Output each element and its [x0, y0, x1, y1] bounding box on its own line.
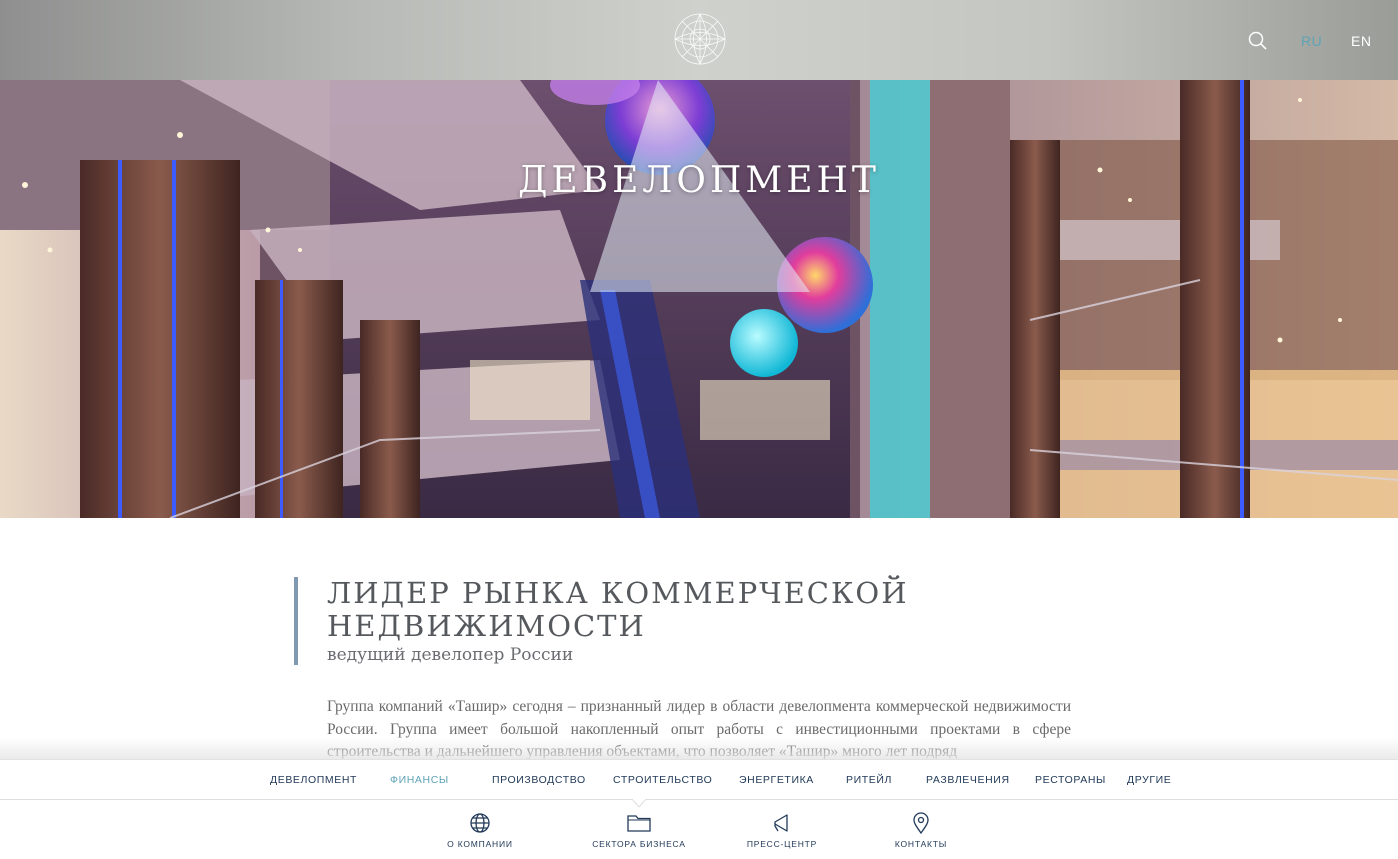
sector-tab-other[interactable]: ДРУГИЕ	[1127, 774, 1171, 786]
bottom-nav: О КОМПАНИИ СЕКТОРА БИЗНЕСА ПРЕСС-ЦЕНТР К…	[0, 800, 1398, 859]
sector-tab-development[interactable]: ДЕВЕЛОПМЕНТ	[270, 774, 357, 786]
search-icon[interactable]	[1247, 30, 1269, 52]
active-section-pointer	[632, 799, 646, 808]
hero-banner: ДЕВЕЛОПМЕНТ	[0, 80, 1398, 518]
hero-title: ДЕВЕЛОПМЕНТ	[518, 160, 880, 201]
section-heading: ЛИДЕР РЫНКА КОММЕРЧЕСКОЙ НЕДВИЖИМОСТИ	[327, 576, 909, 643]
bottom-nav-label: СЕКТОРА БИЗНЕСА	[592, 839, 686, 849]
folder-icon	[627, 815, 651, 832]
sector-tab-energy[interactable]: ЭНЕРГЕТИКА	[739, 774, 814, 786]
sector-tab-construction[interactable]: СТРОИТЕЛЬСТВО	[613, 774, 712, 786]
language-en[interactable]: EN	[1351, 33, 1371, 49]
sector-tab-finance[interactable]: ФИНАНСЫ	[390, 774, 449, 786]
site-header: RU EN	[0, 0, 1398, 80]
location-pin-icon	[913, 812, 929, 834]
globe-icon	[470, 813, 490, 833]
bottom-nav-label: ПРЕСС-ЦЕНТР	[746, 839, 818, 849]
bottom-nav-about[interactable]: О КОМПАНИИ	[425, 812, 535, 849]
sector-tab-restaurants[interactable]: РЕСТОРАНЫ	[1035, 774, 1106, 786]
sector-tab-entertainment[interactable]: РАЗВЛЕЧЕНИЯ	[926, 774, 1010, 786]
sector-nav: ДЕВЕЛОПМЕНТ ФИНАНСЫ ПРОИЗВОДСТВО СТРОИТЕ…	[0, 759, 1398, 800]
bottom-nav-press[interactable]: ПРЕСС-ЦЕНТР	[727, 812, 837, 849]
section-subheading: ведущий девелопер России	[327, 645, 574, 665]
sector-tab-retail[interactable]: РИТЕЙЛ	[846, 774, 892, 786]
heading-block: ЛИДЕР РЫНКА КОММЕРЧЕСКОЙ НЕДВИЖИМОСТИ ве…	[294, 577, 994, 665]
bottom-nav-label: О КОМПАНИИ	[447, 839, 513, 849]
bottom-nav-contacts[interactable]: КОНТАКТЫ	[866, 812, 976, 849]
hero-image	[0, 80, 1398, 518]
logo-icon[interactable]	[673, 12, 727, 66]
megaphone-icon	[774, 814, 788, 832]
bottom-nav-label: КОНТАКТЫ	[894, 839, 948, 849]
bottom-nav-sectors[interactable]: СЕКТОРА БИЗНЕСА	[584, 812, 694, 849]
language-ru[interactable]: RU	[1301, 33, 1322, 49]
content-fade	[0, 738, 1398, 760]
sector-tab-production[interactable]: ПРОИЗВОДСТВО	[492, 774, 586, 786]
